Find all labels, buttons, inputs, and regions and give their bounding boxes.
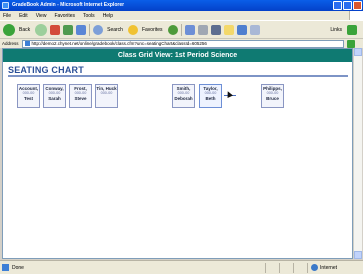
close-icon[interactable] — [353, 1, 362, 10]
forward-arrow-icon[interactable] — [35, 23, 48, 36]
page-title: Seating Chart — [8, 65, 348, 77]
favorites-star-icon[interactable] — [127, 24, 138, 35]
standard-toolbar: Back Search Favorites Links — [0, 20, 363, 38]
student-desk[interactable]: Frost, 000-00 Steve — [69, 84, 92, 108]
address-url[interactable]: http://demo2.chynet.net/online/gradebook… — [32, 41, 207, 46]
stop-icon[interactable] — [50, 24, 61, 35]
scroll-up-arrow-icon[interactable] — [354, 48, 362, 56]
browser-content: Class Grid View: 1st Period Science Seat… — [2, 48, 353, 259]
student-first-name: Sarah — [48, 96, 61, 101]
home-icon[interactable] — [76, 24, 87, 35]
class-banner: Class Grid View: 1st Period Science — [3, 49, 352, 62]
student-desk[interactable]: Account, 000-00 Test — [17, 84, 40, 108]
favorites-button-label[interactable]: Favorites — [142, 27, 163, 33]
student-first-name: Deborah — [174, 96, 193, 101]
links-chevron-icon[interactable] — [347, 24, 357, 35]
status-pane — [293, 262, 307, 273]
menu-tools[interactable]: Tools — [83, 13, 95, 19]
toolbar-separator — [89, 23, 91, 36]
address-input[interactable]: http://demo2.chynet.net/online/gradebook… — [21, 39, 344, 48]
windows-logo-icon — [349, 11, 363, 20]
menu-view[interactable]: View — [36, 13, 47, 19]
media-icon[interactable] — [167, 24, 178, 35]
student-desk[interactable]: Conway, 000-00 Sarah — [43, 84, 66, 108]
menu-help[interactable]: Help — [103, 13, 113, 19]
student-id: 000-00 — [100, 91, 113, 95]
ie-icon — [2, 2, 9, 9]
address-bar: Address http://demo2.chynet.net/online/g… — [0, 38, 363, 48]
status-text: Done — [12, 264, 24, 271]
history-icon[interactable] — [184, 24, 195, 35]
internet-zone-icon — [311, 264, 319, 271]
heading-rule — [8, 75, 348, 77]
window-controls — [333, 1, 362, 10]
student-desk[interactable]: Philipps, 000-00 Bruce — [261, 84, 284, 108]
refresh-icon[interactable] — [63, 24, 74, 35]
menu-file[interactable]: File — [3, 13, 11, 19]
search-icon[interactable] — [93, 24, 104, 35]
student-first-name: Steve — [74, 96, 87, 101]
student-first-name: Bruce — [266, 96, 279, 101]
links-label[interactable]: Links — [330, 27, 342, 33]
minimize-icon[interactable] — [333, 1, 342, 10]
edit-icon[interactable] — [236, 24, 247, 35]
student-desk[interactable]: Smith, 000-00 Deborah — [172, 84, 195, 108]
scroll-down-arrow-icon[interactable] — [354, 251, 362, 259]
folder-icon[interactable] — [223, 24, 234, 35]
back-arrow-icon[interactable] — [3, 23, 15, 36]
vertical-scrollbar[interactable] — [353, 48, 362, 259]
address-label: Address — [2, 41, 19, 46]
menu-favorites[interactable]: Favorites — [54, 13, 75, 19]
search-button-label[interactable]: Search — [107, 27, 123, 33]
window-titlebar: GradeBook Admin - Microsoft Internet Exp… — [0, 0, 363, 11]
menu-edit[interactable]: Edit — [19, 13, 28, 19]
student-desk[interactable]: Tin, Huck 000-00 — [95, 84, 118, 108]
status-bar: Done Internet — [0, 260, 363, 274]
go-button-icon[interactable] — [346, 39, 355, 48]
status-pane — [265, 262, 279, 273]
window-title: GradeBook Admin - Microsoft Internet Exp… — [12, 2, 125, 8]
back-button-label[interactable]: Back — [19, 27, 30, 33]
mail-icon[interactable] — [197, 24, 208, 35]
print-icon[interactable] — [210, 24, 221, 35]
menu-bar: File Edit View Favorites Tools Help — [0, 11, 363, 20]
maximize-icon[interactable] — [343, 1, 352, 10]
seating-chart-heading: Seating Chart — [8, 65, 84, 75]
page-done-icon — [2, 264, 9, 271]
student-desk-dragging[interactable]: Taylor, 000-00 Beth — [199, 84, 222, 108]
student-first-name: Beth — [205, 96, 216, 101]
student-first-name: Test — [24, 96, 33, 101]
toolbar-separator — [180, 23, 182, 36]
page-icon — [24, 41, 30, 46]
status-zone: Internet — [320, 264, 337, 271]
messenger-icon[interactable] — [249, 24, 260, 35]
mouse-pointer-icon — [225, 90, 233, 98]
status-pane — [279, 262, 293, 273]
